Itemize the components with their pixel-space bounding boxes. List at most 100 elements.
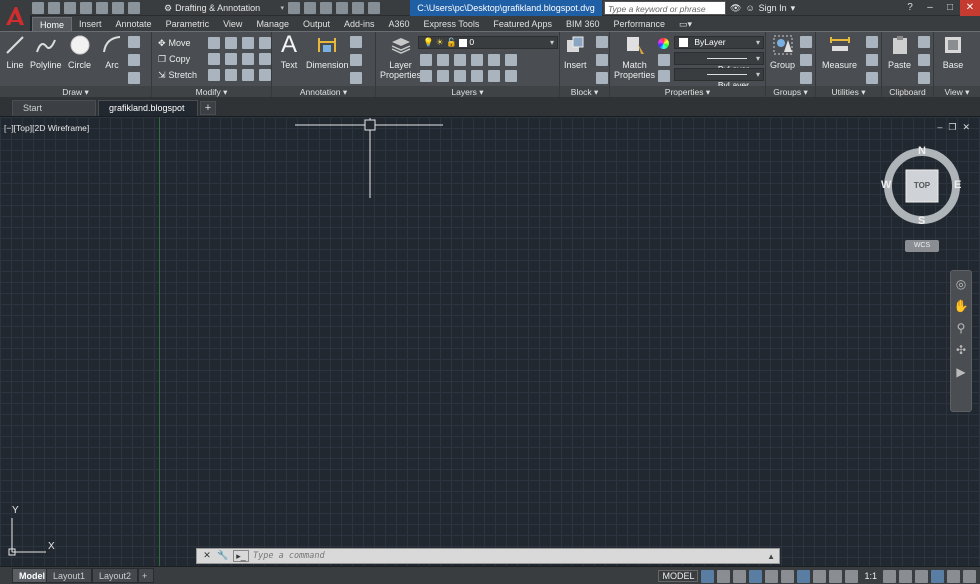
command-history-icon[interactable]: ▲: [767, 552, 775, 561]
clean-screen-icon[interactable]: [947, 569, 960, 583]
object-snap-tracking-icon[interactable]: [781, 569, 795, 583]
hardware-acceleration-icon[interactable]: [931, 569, 944, 583]
viewcube[interactable]: TOP N S E W: [881, 145, 962, 227]
tab-express-tools[interactable]: Express Tools: [417, 17, 487, 31]
isodraft-icon[interactable]: [765, 569, 779, 583]
copy-base-icon[interactable]: [918, 72, 930, 84]
compass-west[interactable]: W: [881, 179, 891, 191]
base-button[interactable]: Base: [942, 34, 964, 70]
create-block-icon[interactable]: [596, 36, 608, 48]
layer-thaw-icon[interactable]: [454, 70, 466, 82]
circle-button[interactable]: Circle: [68, 34, 91, 70]
table-icon[interactable]: [350, 72, 362, 84]
pan-icon[interactable]: ✋: [954, 299, 969, 313]
tab-add-ins[interactable]: Add-ins: [337, 17, 382, 31]
properties-icon[interactable]: [320, 2, 332, 14]
more-icon[interactable]: [368, 2, 380, 14]
paste-button[interactable]: Paste: [888, 34, 911, 70]
ortho-icon[interactable]: [733, 569, 747, 583]
color-dropdown[interactable]: ByLayer: [674, 36, 764, 49]
measure-button[interactable]: Measure: [822, 34, 857, 70]
layer-freeze-icon[interactable]: [454, 54, 466, 66]
layer-unisolate-icon[interactable]: [437, 70, 449, 82]
linetype-dropdown[interactable]: ByLayer: [674, 52, 764, 74]
ribbon-toggle-icon[interactable]: ▭▾: [672, 17, 699, 31]
lineweight-icon[interactable]: [658, 70, 670, 82]
group-select-icon[interactable]: [800, 72, 812, 84]
array-icon[interactable]: [259, 53, 271, 65]
tab-performance[interactable]: Performance: [606, 17, 672, 31]
layer-match-icon[interactable]: [505, 54, 517, 66]
layout-tab-layout1[interactable]: Layout1: [46, 568, 93, 583]
new-tab-button[interactable]: +: [200, 101, 216, 115]
leader-icon[interactable]: [350, 36, 362, 48]
application-menu-button[interactable]: [0, 0, 30, 32]
search-input[interactable]: Type a keyword or phrase: [604, 1, 726, 15]
close-viewport-icon[interactable]: ✕: [962, 122, 970, 133]
new-icon[interactable]: [32, 2, 44, 14]
copy-button[interactable]: ❐ Copy: [158, 52, 190, 66]
steering-wheel-icon[interactable]: ◎: [956, 277, 966, 291]
wcs-menu[interactable]: WCS: [905, 240, 939, 252]
id-point-icon[interactable]: [866, 72, 878, 84]
layer-off-icon[interactable]: [420, 54, 432, 66]
print-icon[interactable]: [96, 2, 108, 14]
copy-clip-icon[interactable]: [918, 54, 930, 66]
annotation-scale[interactable]: 1:1: [861, 571, 880, 581]
gradient-icon[interactable]: [128, 72, 140, 84]
lineweight-dropdown[interactable]: ByLayer: [674, 68, 764, 90]
match-icon[interactable]: [336, 2, 348, 14]
share-icon[interactable]: [352, 2, 364, 14]
compass-north[interactable]: N: [918, 145, 926, 157]
add-layout-button[interactable]: +: [138, 568, 154, 583]
isolate-objects-icon[interactable]: [915, 569, 928, 583]
plot-icon[interactable]: [288, 2, 300, 14]
tab-manage[interactable]: Manage: [249, 17, 296, 31]
mirror-icon[interactable]: [208, 53, 220, 65]
cut-icon[interactable]: [918, 36, 930, 48]
insert-button[interactable]: Insert: [564, 34, 587, 70]
offset-icon[interactable]: [225, 53, 237, 65]
showmotion-icon[interactable]: ▶: [956, 365, 965, 379]
layer-properties-button[interactable]: Layer Properties: [380, 34, 421, 80]
grid-icon[interactable]: [701, 569, 715, 583]
move-button[interactable]: ✥ Move: [158, 36, 191, 50]
tab-parametric[interactable]: Parametric: [159, 17, 217, 31]
layer-previous-icon[interactable]: [488, 70, 500, 82]
tab-a360[interactable]: A360: [382, 17, 417, 31]
maximize-icon[interactable]: □: [940, 0, 960, 16]
compass-south[interactable]: S: [918, 215, 925, 227]
customize-command-icon[interactable]: 🔧: [217, 550, 229, 562]
layer-make-current-icon[interactable]: [488, 54, 500, 66]
auto-scale-icon[interactable]: [845, 569, 859, 583]
open-icon[interactable]: [48, 2, 60, 14]
tab-insert[interactable]: Insert: [72, 17, 109, 31]
trim-icon[interactable]: [225, 37, 237, 49]
linetype-icon[interactable]: [658, 54, 670, 66]
workspace-selector[interactable]: ⚙ Drafting & Annotation ▾: [164, 1, 284, 15]
close-icon[interactable]: ✕: [960, 0, 980, 16]
viewcube-top-face[interactable]: TOP: [908, 181, 936, 190]
layer-dropdown[interactable]: 💡 ☀ 🔓 0: [418, 36, 558, 49]
layer-walk-icon[interactable]: [505, 70, 517, 82]
tab-home[interactable]: Home: [32, 17, 73, 31]
dimension-button[interactable]: Dimension: [306, 34, 349, 70]
object-snap-icon[interactable]: [797, 569, 811, 583]
group-button[interactable]: Group: [770, 34, 795, 70]
join-icon[interactable]: [242, 69, 254, 81]
doc-tab-active[interactable]: grafikland.blogspot: [98, 100, 198, 116]
tab-annotate[interactable]: Annotate: [109, 17, 159, 31]
drawing-canvas[interactable]: [0, 117, 980, 567]
tab-output[interactable]: Output: [296, 17, 337, 31]
signin-button[interactable]: 👁 ☺ Sign In ▾: [730, 1, 795, 15]
quick-select-icon[interactable]: [866, 36, 878, 48]
tab-bim-360[interactable]: BIM 360: [559, 17, 607, 31]
customization-icon[interactable]: [963, 569, 976, 583]
undo-icon[interactable]: [112, 2, 124, 14]
tab-view[interactable]: View: [216, 17, 249, 31]
ungroup-icon[interactable]: [800, 36, 812, 48]
layout-tab-layout2[interactable]: Layout2: [92, 568, 139, 583]
batch-plot-icon[interactable]: [304, 2, 316, 14]
break-icon[interactable]: [259, 69, 271, 81]
layer-lock-icon[interactable]: [471, 54, 483, 66]
